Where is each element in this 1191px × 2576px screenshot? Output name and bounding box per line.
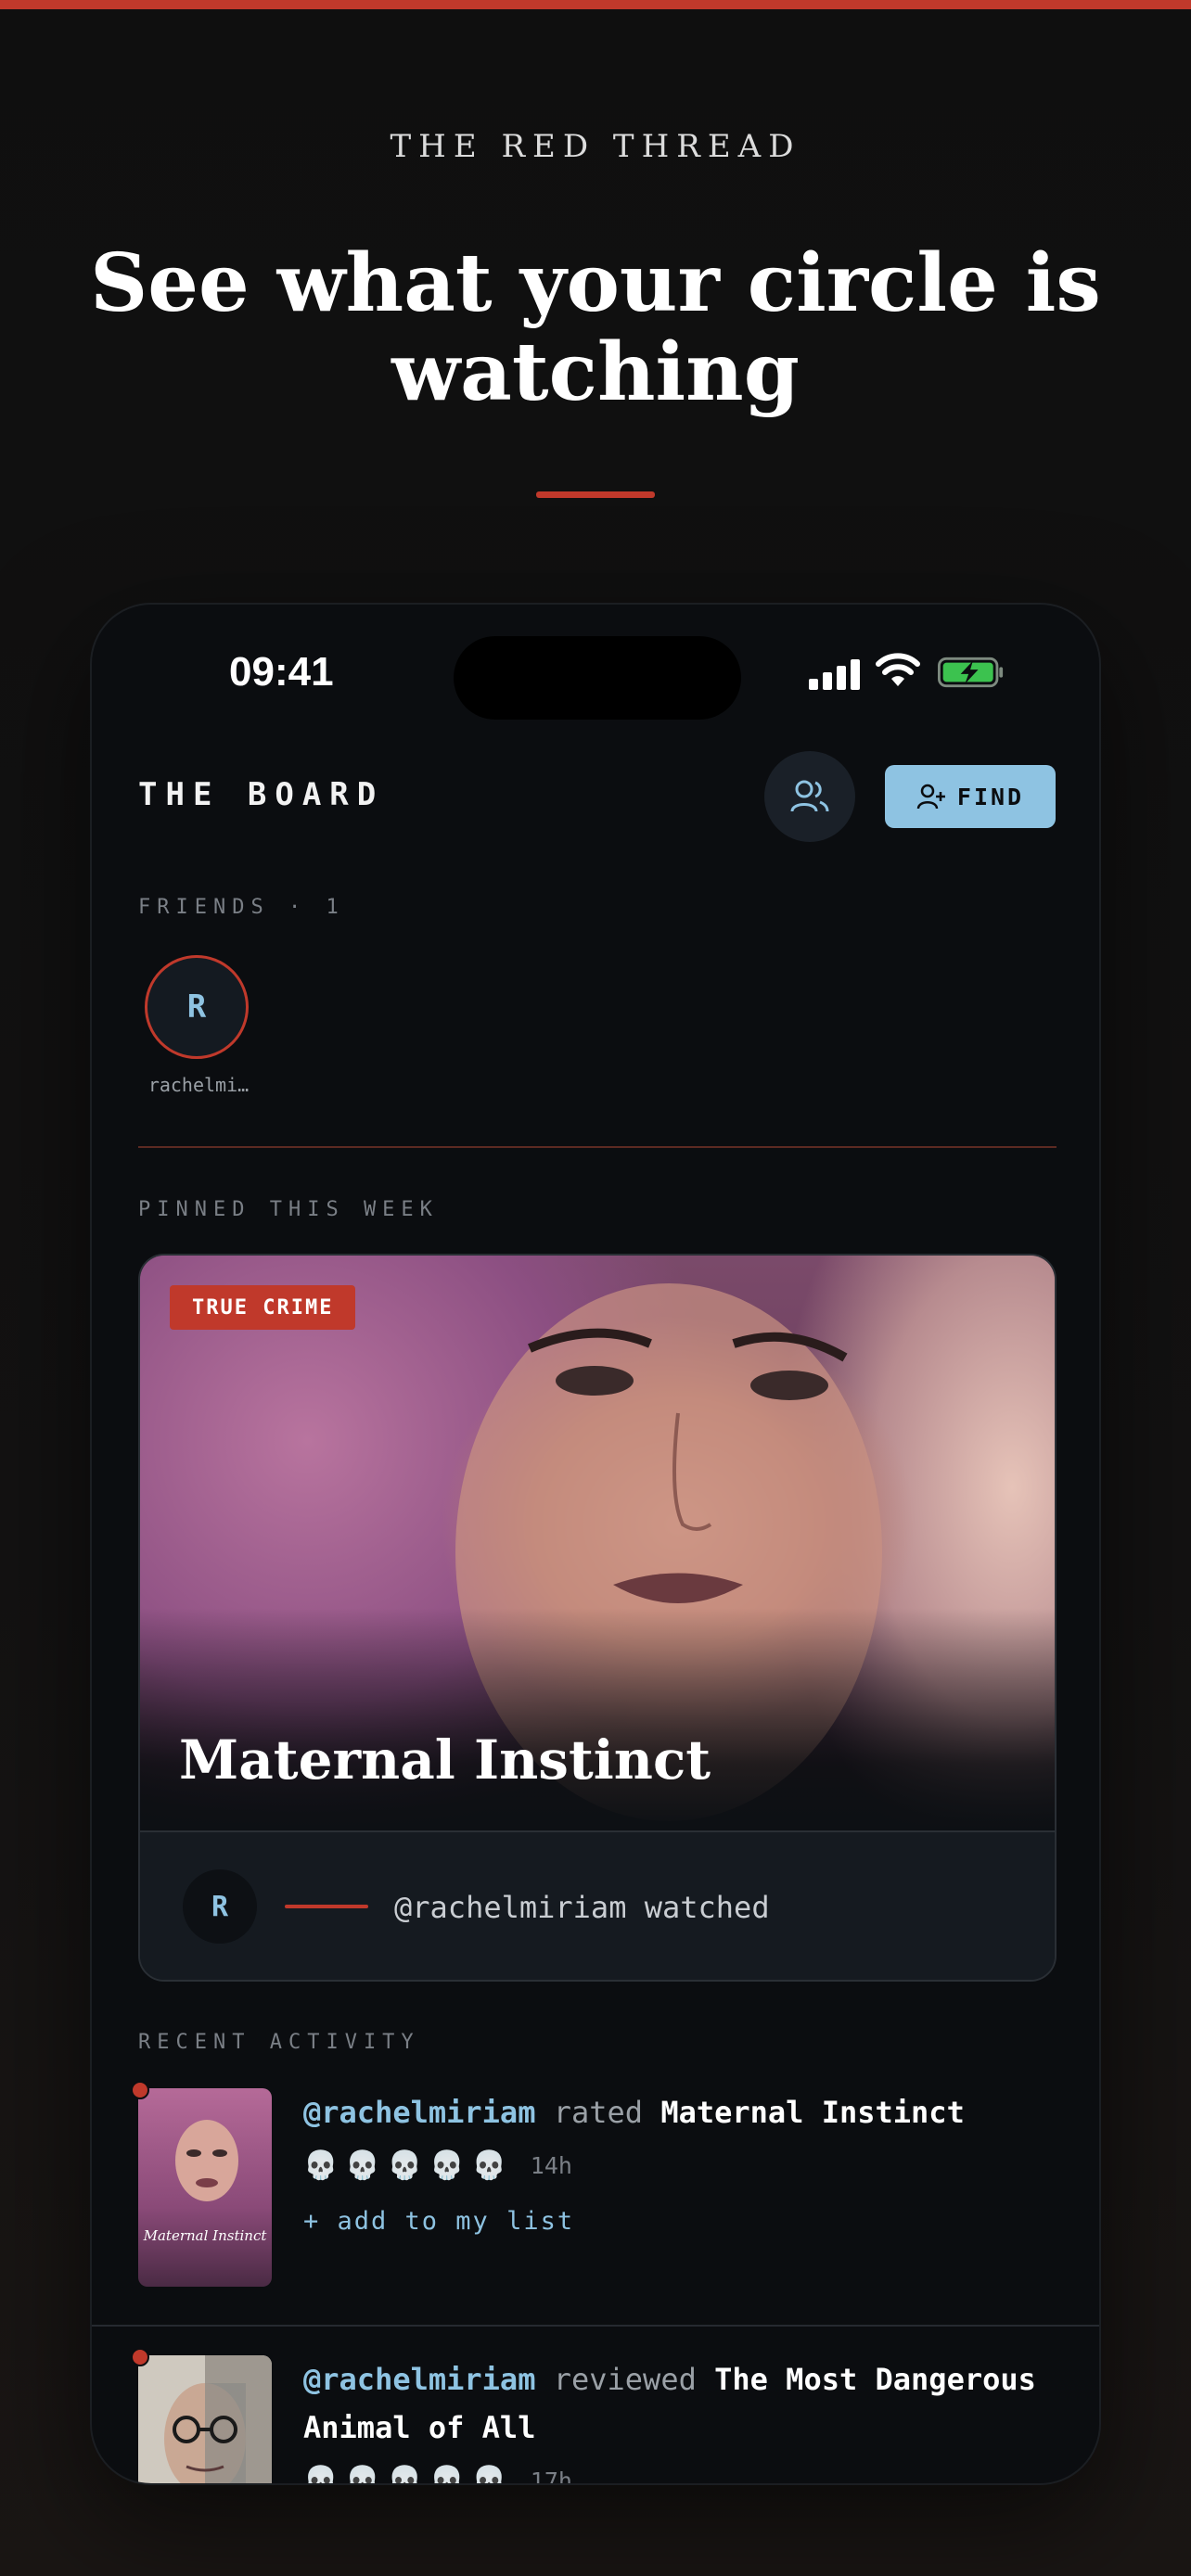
status-time: 09:41 (229, 649, 334, 695)
activity-text: @rachelmiriam reviewed The Most Dangerou… (303, 2355, 1064, 2452)
skull-icon: 💀 (387, 2149, 423, 2182)
wifi-icon (876, 653, 920, 686)
status-bar: 09:41 (92, 605, 1099, 753)
skull-icon: 💀 (471, 2149, 506, 2182)
pinned-user-avatar[interactable]: R (183, 1869, 257, 1944)
skull-icon: 💀 (429, 2149, 465, 2182)
friends-icon (790, 780, 829, 812)
friends-count-label: FRIENDS · 1 (138, 896, 345, 919)
signal-icon (809, 658, 861, 690)
friend-avatar[interactable]: R (145, 955, 249, 1059)
page-headline: See what your circle is watching (90, 236, 1101, 419)
dynamic-island (454, 636, 741, 720)
activity-user-link[interactable]: @rachelmiriam (303, 2095, 535, 2130)
skull-icon: 💀 (387, 2465, 423, 2485)
unread-dot (131, 2348, 149, 2366)
find-button-label: FIND (956, 783, 1025, 810)
activity-time: 14h (530, 2152, 572, 2179)
activity-movie-link[interactable]: Maternal Instinct (660, 2095, 965, 2130)
activity-verb: rated (553, 2095, 644, 2130)
unread-dot (131, 2081, 149, 2099)
find-button[interactable]: FIND (885, 765, 1056, 828)
activity-divider (92, 2325, 1099, 2327)
pinned-title: Maternal Instinct (179, 1728, 711, 1792)
section-divider (138, 1146, 1057, 1148)
add-user-icon (916, 784, 945, 810)
friends-button[interactable] (764, 751, 855, 842)
red-thread-line (285, 1905, 368, 1908)
activity-poster[interactable]: Maternal Instinct (138, 2088, 272, 2287)
skull-icon: 💀 (303, 2149, 339, 2182)
pinned-label: PINNED THIS WEEK (138, 1198, 439, 1221)
activity-item: @rachelmiriam reviewed The Most Dangerou… (92, 2348, 1099, 2485)
activity-user-link[interactable]: @rachelmiriam (303, 2362, 535, 2397)
activity-time: 17h (530, 2468, 572, 2485)
accent-divider (536, 491, 655, 498)
poster-title-text: Maternal Instinct (143, 2227, 267, 2244)
top-accent-bar (0, 0, 1191, 9)
pinned-caption: @rachelmiriam watched (394, 1890, 770, 1925)
skull-icon: 💀 (345, 2149, 380, 2182)
skull-icon: 💀 (345, 2465, 380, 2485)
skull-rating: 💀 💀 💀 💀 💀 14h (303, 2149, 572, 2182)
pinned-image-shade (140, 1608, 1055, 1830)
genre-tag: TRUE CRIME (170, 1285, 356, 1330)
pinned-card[interactable]: TRUE CRIME Maternal Instinct R @rachelmi… (138, 1254, 1057, 1982)
brand-name: THE RED THREAD (390, 128, 801, 165)
skull-icon: 💀 (429, 2465, 465, 2485)
skull-icon: 💀 (471, 2465, 506, 2485)
activity-verb: reviewed (553, 2362, 697, 2397)
add-to-list-button[interactable]: + add to my list (303, 2207, 574, 2236)
activity-text: @rachelmiriam rated Maternal Instinct (303, 2088, 1064, 2136)
phone-frame: 09:41 THE BOARD FIND FRIENDS · 1 R rache… (90, 603, 1101, 2485)
board-title: THE BOARD (138, 776, 385, 813)
battery-charging-icon (938, 657, 1004, 688)
skull-rating: 💀 💀 💀 💀 💀 17h (303, 2465, 572, 2485)
activity-item: Maternal Instinct @rachelmiriam rated Ma… (92, 2081, 1099, 2339)
friend-name[interactable]: rachelmi… (138, 1074, 259, 1096)
pinned-footer: R @rachelmiriam watched (140, 1830, 1055, 1980)
activity-poster[interactable] (138, 2355, 272, 2483)
recent-activity-label: RECENT ACTIVITY (138, 2031, 420, 2054)
skull-icon: 💀 (303, 2465, 339, 2485)
